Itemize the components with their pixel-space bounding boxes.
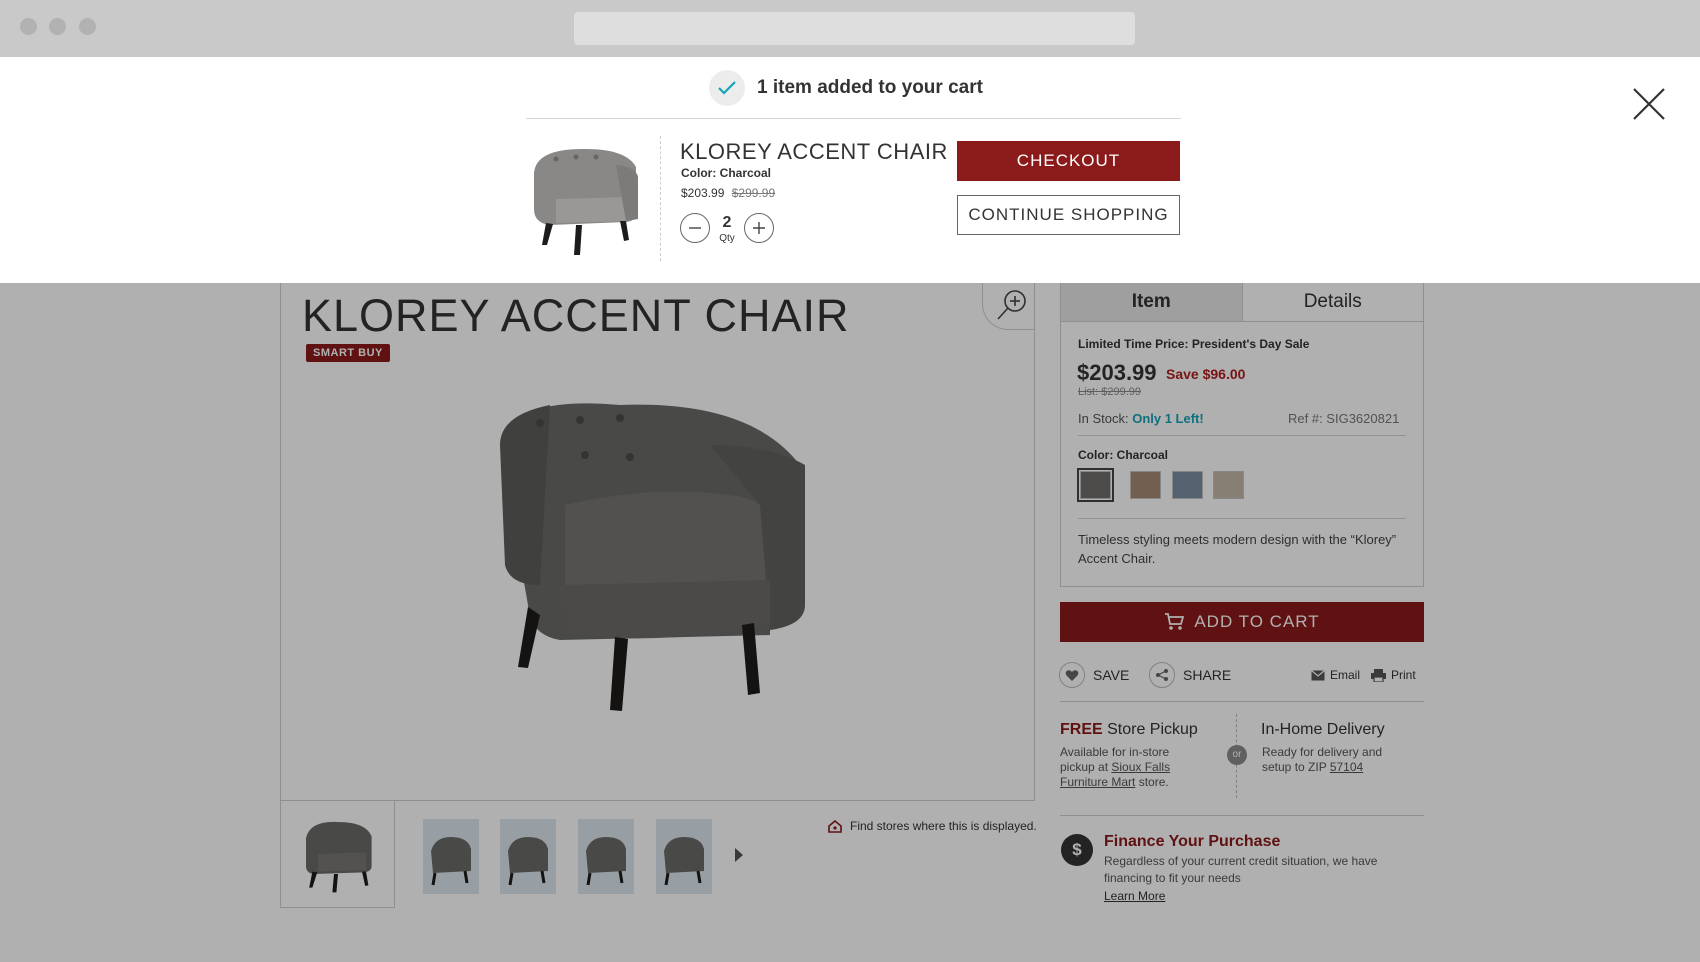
plus-icon — [753, 222, 765, 234]
add-to-cart-button[interactable]: ADD TO CART — [1060, 602, 1424, 642]
cart-added-message: 1 item added to your cart — [757, 77, 983, 98]
share-label: SHARE — [1183, 667, 1232, 683]
delivery-text: Ready for delivery and setup to ZIP 5710… — [1262, 745, 1412, 775]
thumbnail-chair-image — [306, 821, 372, 893]
divider — [1060, 701, 1424, 702]
qty-increase-button[interactable] — [744, 213, 774, 243]
checkmark-icon — [709, 70, 745, 106]
swatch-2[interactable] — [1130, 471, 1161, 499]
find-stores-text: Find stores where this is displayed. — [850, 819, 1037, 833]
divider — [526, 118, 1181, 119]
store-icon — [828, 819, 842, 833]
thumbnail-active[interactable] — [280, 801, 395, 908]
window-minimize-dot[interactable] — [49, 18, 66, 35]
print-label: Print — [1391, 668, 1416, 682]
limited-time-label: Limited Time Price: President's Day Sale — [1078, 337, 1310, 351]
list-price: List: $299.99 — [1078, 386, 1141, 398]
free-label: FREE — [1060, 721, 1103, 738]
heart-icon — [1059, 662, 1085, 688]
smart-buy-badge: SMART BUY — [306, 344, 390, 362]
address-bar[interactable] — [574, 12, 1135, 45]
thumbnail-3[interactable] — [500, 819, 556, 894]
product-tabs: Item Details — [1060, 282, 1424, 322]
thumbnail-next-arrow[interactable] — [735, 848, 743, 862]
window-maximize-dot[interactable] — [79, 18, 96, 35]
store-pickup-text: Available for in-store pickup at Sioux F… — [1060, 745, 1190, 790]
close-icon — [1633, 88, 1665, 120]
divider — [1078, 518, 1406, 519]
swatch-charcoal[interactable] — [1077, 468, 1114, 502]
cart-price-current: $203.99 — [681, 186, 725, 200]
browser-chrome — [0, 0, 1700, 57]
email-label: Email — [1330, 668, 1361, 682]
learn-more-link[interactable]: Learn More — [1104, 889, 1165, 903]
tab-item[interactable]: Item — [1061, 283, 1243, 321]
stock-value: Only 1 Left! — [1132, 411, 1204, 426]
store-pickup-title: FREE Store Pickup — [1060, 721, 1198, 739]
finance-title[interactable]: Finance Your Purchase — [1104, 833, 1280, 851]
delivery-zip-link[interactable]: 57104 — [1330, 760, 1363, 774]
cart-item-image — [534, 148, 638, 255]
save-amount: Save $96.00 — [1166, 366, 1246, 382]
dollar-icon: $ — [1061, 834, 1093, 866]
thumbnail-2[interactable] — [423, 819, 479, 894]
stock-label: In Stock: — [1078, 411, 1133, 426]
zoom-button[interactable] — [982, 276, 1034, 330]
share-icon — [1149, 662, 1175, 688]
print-icon — [1371, 668, 1386, 682]
save-button[interactable]: SAVE — [1059, 662, 1129, 688]
zoom-in-icon — [997, 290, 1026, 320]
tab-details[interactable]: Details — [1243, 283, 1424, 321]
divider — [660, 136, 661, 261]
close-modal-button[interactable] — [1631, 86, 1667, 122]
sale-price: $203.99 — [1077, 360, 1157, 385]
thumbnail-chair-image — [586, 837, 626, 886]
product-description: Timeless styling meets modern design wit… — [1078, 532, 1397, 566]
qty-label: Qty — [719, 233, 735, 244]
product-title: KLOREY ACCENT CHAIR — [302, 290, 850, 341]
finance-text: Regardless of your current credit situat… — [1104, 854, 1378, 885]
minus-icon — [689, 227, 701, 229]
thumbnail-5[interactable] — [656, 819, 712, 894]
delivery-title: In-Home Delivery — [1261, 721, 1385, 738]
divider — [1060, 815, 1424, 816]
cart-item-name: KLOREY ACCENT CHAIR — [680, 139, 948, 164]
qty-decrease-button[interactable] — [680, 213, 710, 243]
stock-status: In Stock: Only 1 Left! — [1078, 411, 1204, 426]
color-label: Color: Charcoal — [1078, 448, 1169, 462]
thumbnail-4[interactable] — [578, 819, 634, 894]
thumbnail-chair-image — [664, 837, 704, 886]
add-to-cart-label: ADD TO CART — [1194, 612, 1320, 631]
qty-value: 2 — [722, 214, 732, 231]
print-link[interactable]: Print — [1371, 668, 1416, 682]
cart-item-price: $203.99 $299.99 — [681, 186, 775, 200]
pickup-text-after: store. — [1135, 775, 1169, 789]
email-link[interactable]: Email — [1311, 668, 1360, 682]
cart-item-color: Color: Charcoal — [681, 166, 772, 180]
find-stores-link[interactable]: Find stores where this is displayed. — [828, 819, 1037, 833]
thumbnail-chair-image — [508, 837, 548, 886]
thumbnail-chair-image — [431, 837, 471, 886]
divider — [1078, 435, 1406, 436]
swatch-4[interactable] — [1213, 471, 1244, 499]
email-icon — [1311, 669, 1325, 680]
share-button[interactable]: SHARE — [1149, 662, 1231, 688]
pickup-title-text: Store Pickup — [1102, 721, 1198, 738]
swatch-3[interactable] — [1172, 471, 1203, 499]
ref-number: Ref #: SIG3620821 — [1288, 411, 1400, 426]
save-label: SAVE — [1093, 667, 1130, 683]
cart-icon — [1165, 613, 1185, 630]
window-close-dot[interactable] — [20, 18, 37, 35]
delivery-text-body: Ready for delivery and setup to ZIP — [1262, 745, 1383, 774]
product-main-image[interactable] — [470, 385, 840, 755]
continue-shopping-button[interactable]: CONTINUE SHOPPING — [957, 195, 1180, 235]
cart-price-old: $299.99 — [731, 186, 776, 200]
checkout-button[interactable]: CHECKOUT — [957, 141, 1180, 181]
or-badge: or — [1227, 745, 1247, 765]
